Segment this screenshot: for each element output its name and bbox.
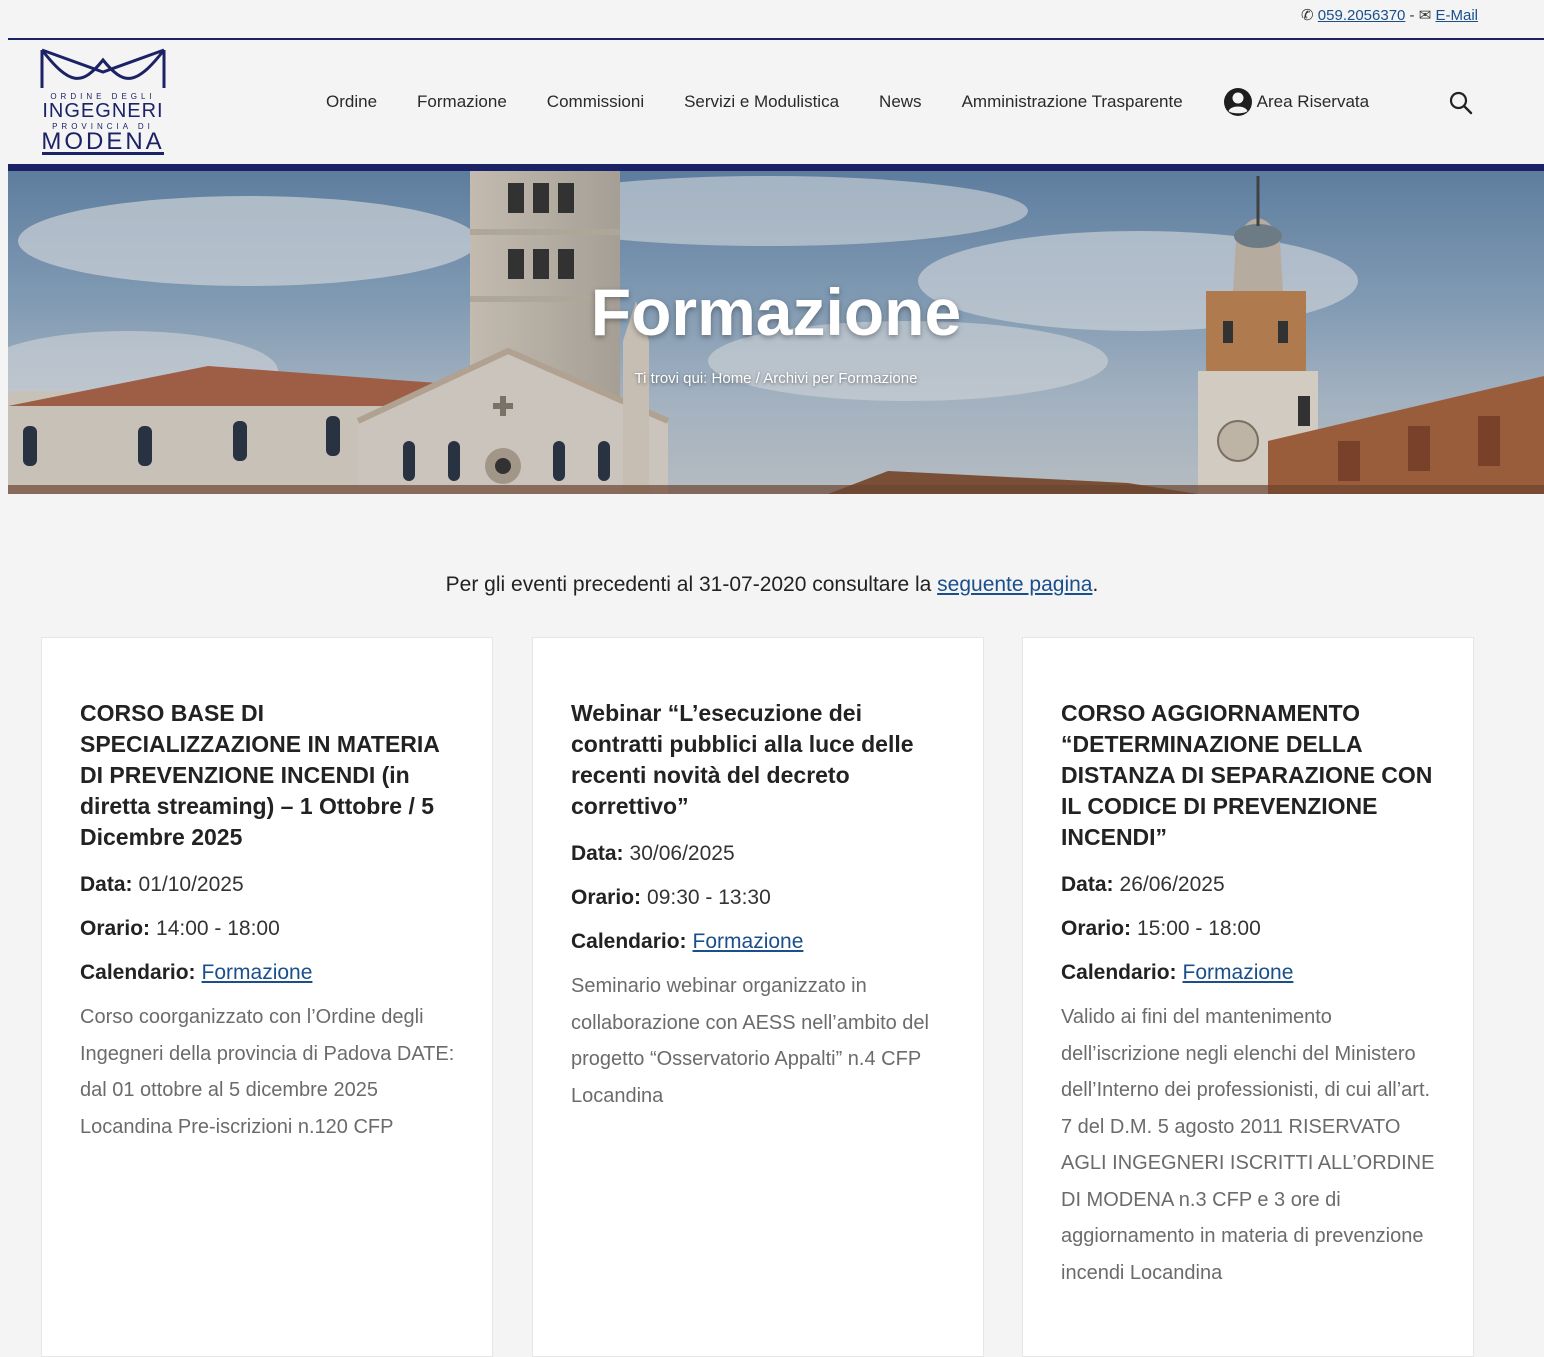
search-icon[interactable] [1448, 90, 1474, 116]
archive-notice: Per gli eventi precedenti al 31-07-2020 … [0, 573, 1544, 597]
user-circle-icon [1223, 88, 1252, 116]
event-time: Orario: 14:00 - 18:00 [80, 907, 458, 951]
event-card: CORSO BASE DI SPECIALIZZAZIONE IN MATERI… [41, 637, 493, 1357]
archive-notice-text: Per gli eventi precedenti al 31-07-2020 … [445, 573, 938, 596]
date-value: 30/06/2025 [629, 842, 735, 865]
archive-page-link[interactable]: seguente pagina [937, 573, 1092, 596]
event-date: Data: 26/06/2025 [1061, 863, 1439, 907]
nav-item-formazione[interactable]: Formazione [417, 92, 507, 112]
date-label: Data: [1061, 873, 1114, 896]
contact-separator: - [1405, 7, 1419, 24]
time-value: 14:00 - 18:00 [156, 917, 280, 940]
hero-banner: Formazione Ti trovi qui: Home / Archivi … [8, 171, 1544, 494]
calendar-link[interactable]: Formazione [1183, 961, 1294, 984]
phone-link[interactable]: 059.2056370 [1318, 7, 1406, 24]
breadcrumb-current: Archivi per Formazione [763, 370, 918, 387]
time-value: 15:00 - 18:00 [1137, 917, 1261, 940]
event-description: Corso coorganizzato con l’Ordine degli I… [80, 1006, 455, 1138]
top-contact-bar: ✆ 059.2056370 - ✉ E-Mail [8, 6, 1544, 38]
nav-item-commissioni[interactable]: Commissioni [547, 92, 644, 112]
calendar-link[interactable]: Formazione [693, 930, 804, 953]
breadcrumb: Ti trovi qui: Home / Archivi per Formazi… [8, 370, 1544, 387]
mail-icon: ✉ [1418, 7, 1432, 24]
nav-item-news[interactable]: News [879, 92, 922, 112]
event-card: CORSO AGGIORNAMENTO “DETERMINAZIONE DELL… [1022, 637, 1474, 1357]
logo-arch-icon [40, 48, 166, 88]
nav-item-servizi[interactable]: Servizi e Modulistica [684, 92, 839, 112]
event-card: Webinar “L’esecuzione dei contratti pubb… [532, 637, 984, 1357]
event-title-link[interactable]: CORSO AGGIORNAMENTO “DETERMINAZIONE DELL… [1061, 698, 1439, 853]
date-label: Data: [80, 873, 133, 896]
event-description: Valido ai fini del mantenimento dell’isc… [1061, 1006, 1435, 1284]
event-time: Orario: 09:30 - 13:30 [571, 876, 949, 920]
header-divider [8, 164, 1544, 171]
event-calendar: Calendario: Formazione [80, 951, 458, 995]
site-header: ORDINE DEGLI INGEGNERI PROVINCIA DI MODE… [8, 40, 1544, 164]
event-date: Data: 30/06/2025 [571, 832, 949, 876]
date-label: Data: [571, 842, 624, 865]
nav-item-ordine[interactable]: Ordine [326, 92, 377, 112]
breadcrumb-separator: / [751, 370, 764, 387]
phone-icon: ✆ [1301, 7, 1314, 24]
area-riservata-link[interactable]: Area Riservata [1223, 87, 1369, 117]
event-calendar: Calendario: Formazione [1061, 951, 1439, 995]
breadcrumb-prefix: Ti trovi qui: [634, 370, 712, 387]
event-title-link[interactable]: CORSO BASE DI SPECIALIZZAZIONE IN MATERI… [80, 698, 458, 853]
site-logo[interactable]: ORDINE DEGLI INGEGNERI PROVINCIA DI MODE… [40, 48, 170, 158]
time-label: Orario: [1061, 917, 1132, 940]
calendar-link[interactable]: Formazione [202, 961, 313, 984]
date-value: 01/10/2025 [138, 873, 244, 896]
nav-item-trasparente[interactable]: Amministrazione Trasparente [962, 92, 1183, 112]
main-nav: Ordine Formazione Commissioni Servizi e … [326, 40, 1369, 164]
event-date: Data: 01/10/2025 [80, 863, 458, 907]
date-value: 26/06/2025 [1119, 873, 1225, 896]
logo-underline [42, 152, 164, 155]
event-time: Orario: 15:00 - 18:00 [1061, 907, 1439, 951]
contact-info: ✆ 059.2056370 - ✉ E-Mail [1301, 6, 1478, 24]
calendar-label: Calendario: [571, 930, 687, 953]
logo-line-ingegneri: INGEGNERI [42, 100, 164, 122]
time-label: Orario: [80, 917, 151, 940]
area-riservata-label: Area Riservata [1256, 92, 1370, 111]
archive-notice-end: . [1092, 573, 1099, 596]
time-label: Orario: [571, 886, 642, 909]
email-link[interactable]: E-Mail [1435, 7, 1478, 24]
event-calendar: Calendario: Formazione [571, 920, 949, 964]
time-value: 09:30 - 13:30 [647, 886, 771, 909]
calendar-label: Calendario: [1061, 961, 1177, 984]
event-description: Seminario webinar organizzato in collabo… [571, 975, 929, 1107]
page-title: Formazione [590, 275, 962, 349]
breadcrumb-home-link[interactable]: Home [712, 370, 752, 387]
calendar-label: Calendario: [80, 961, 196, 984]
event-title-link[interactable]: Webinar “L’esecuzione dei contratti pubb… [571, 698, 949, 822]
